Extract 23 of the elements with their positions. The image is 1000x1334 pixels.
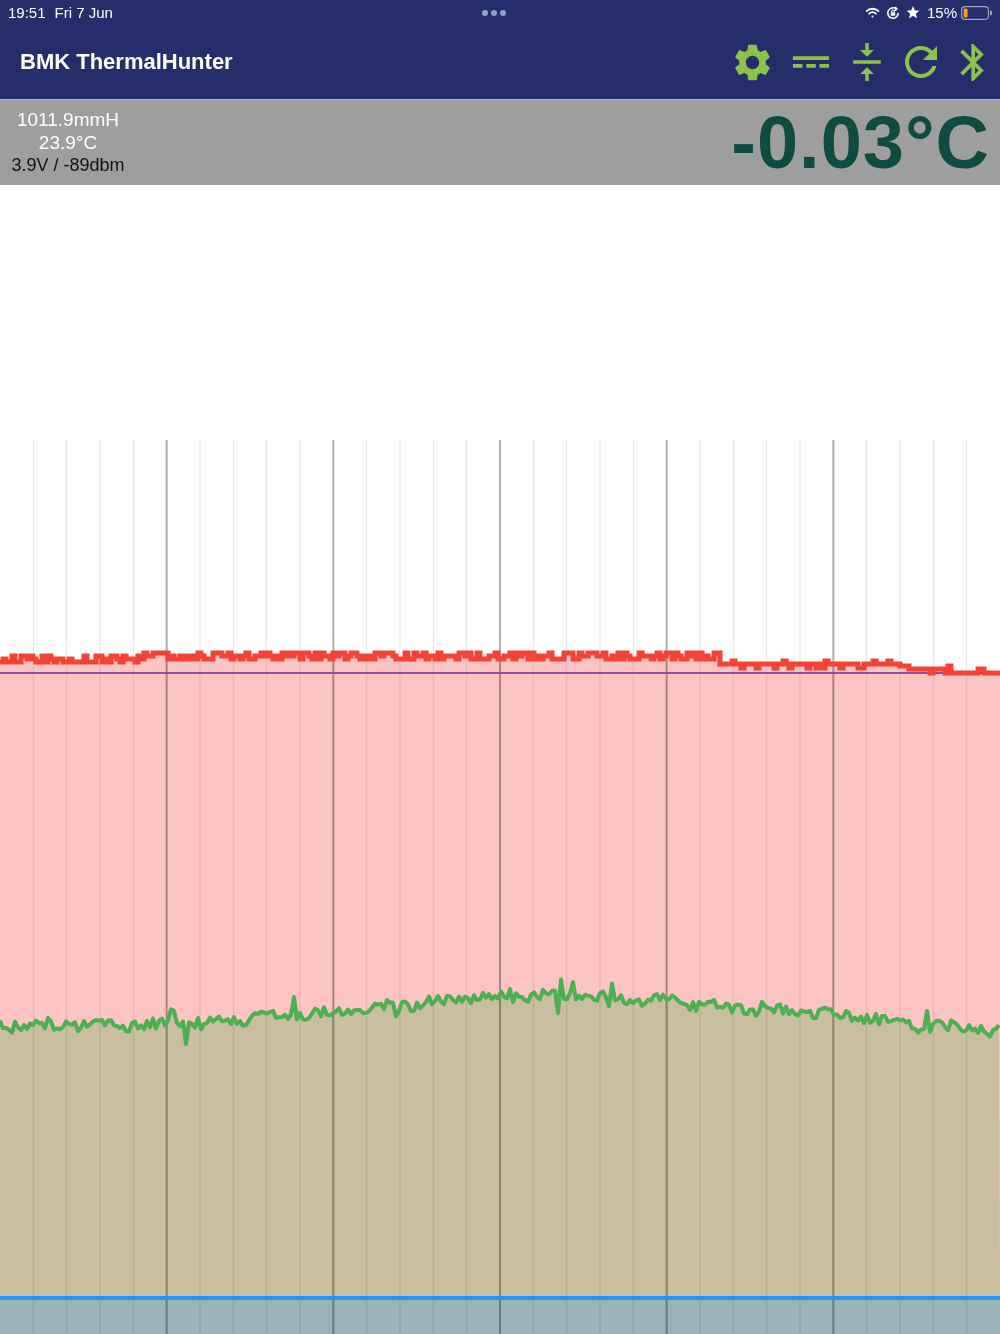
compress-button[interactable] [852,43,882,81]
ellipsis-icon[interactable] [480,9,507,16]
dashed-lines-icon [793,56,829,68]
dashes-button[interactable] [793,56,829,68]
app-title: BMK ThermalHunter [20,51,233,73]
temperature-reading: -0.03°C [731,105,990,180]
battery-icon [961,5,992,20]
ambient-temperature: 23.9°C [38,131,98,154]
refresh-icon [905,46,937,78]
battery-percentage: 15% [926,5,957,20]
bluetooth-button[interactable] [960,43,984,81]
bluetooth-icon [960,43,984,81]
voltage-signal-reading: 3.9V / -89dbm [11,154,125,177]
status-date: Fri 7 Jun [54,5,113,20]
refresh-button[interactable] [905,46,937,78]
pressure-reading: 1011.9mmH [16,108,120,131]
settings-icon [735,43,770,81]
star-icon [905,6,920,19]
settings-button[interactable] [735,43,770,81]
status-time: 19:51 [8,5,46,20]
wifi-icon [864,7,880,18]
rotation-lock-icon [885,5,900,20]
arrows-to-line-icon [852,43,882,81]
